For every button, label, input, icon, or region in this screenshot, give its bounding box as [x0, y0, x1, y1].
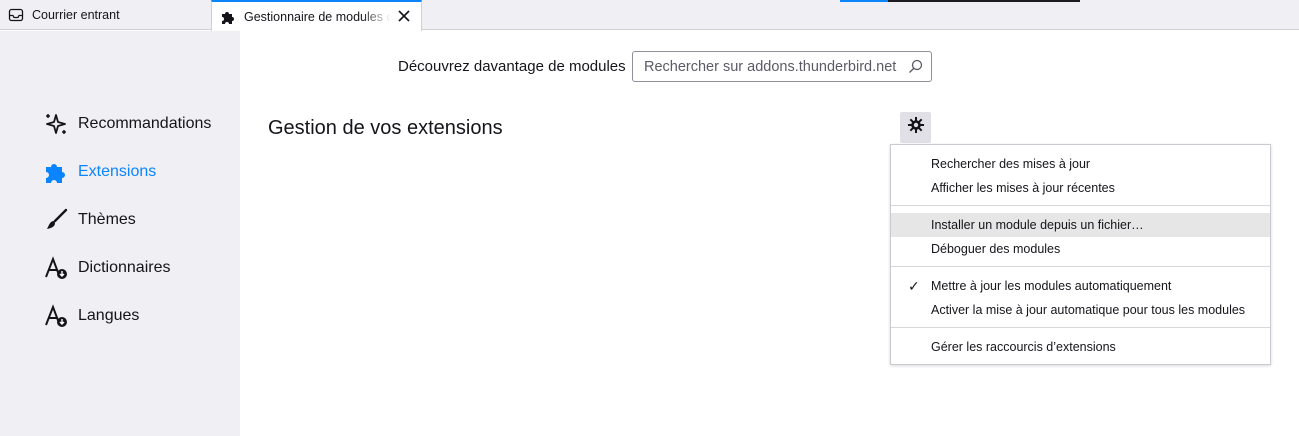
- menu-separator: [891, 327, 1270, 328]
- menu-item-label: Activer la mise à jour automatique pour …: [931, 303, 1246, 317]
- categories-sidebar: [0, 31, 240, 436]
- close-icon[interactable]: [397, 9, 411, 23]
- page-title: Gestion de vos extensions: [268, 117, 503, 139]
- menu-item-auto-update[interactable]: ✓ Mettre à jour les modules automatiquem…: [891, 274, 1270, 298]
- tools-menu: Rechercher des mises à jour Afficher les…: [890, 144, 1271, 365]
- sidebar-item-languages[interactable]: Langues: [44, 304, 139, 328]
- menu-item-install-from-file[interactable]: Installer un module depuis un fichier…: [891, 213, 1270, 237]
- sparkle-icon: [44, 112, 68, 136]
- sidebar-item-label: Langues: [78, 307, 140, 324]
- menu-item-label: Afficher les mises à jour récentes: [931, 181, 1115, 195]
- menu-separator: [891, 205, 1270, 206]
- menu-item-view-recent-updates[interactable]: Afficher les mises à jour récentes: [891, 176, 1270, 200]
- menu-item-enable-auto-update-all[interactable]: Activer la mise à jour automatique pour …: [891, 298, 1270, 322]
- addons-search-box[interactable]: [632, 51, 932, 82]
- brush-icon: [44, 208, 68, 232]
- search-icon[interactable]: [908, 59, 923, 74]
- title-bar-accent: [840, 0, 888, 2]
- tools-menu-button[interactable]: [900, 112, 931, 143]
- tab-inbox[interactable]: Courrier entrant: [0, 0, 210, 30]
- dictionary-icon: [44, 256, 68, 280]
- menu-item-manage-shortcuts[interactable]: Gérer les raccourcis d’extensions: [891, 335, 1270, 359]
- sidebar-item-extensions[interactable]: Extensions: [44, 160, 156, 184]
- menu-item-label: Gérer les raccourcis d’extensions: [931, 340, 1116, 354]
- sidebar-item-dictionaries[interactable]: Dictionnaires: [44, 256, 170, 280]
- checkmark-icon: ✓: [908, 278, 920, 294]
- search-label: Découvrez davantage de modules: [398, 58, 626, 75]
- sidebar-item-label: Extensions: [78, 163, 157, 180]
- tab-addons-manager[interactable]: Gestionnaire de modules complémentaires: [211, 0, 422, 31]
- menu-item-label: Installer un module depuis un fichier…: [931, 218, 1144, 232]
- menu-item-label: Déboguer des modules: [931, 242, 1061, 256]
- sidebar-item-label: Thèmes: [78, 211, 136, 228]
- title-bar-edge: [888, 0, 1080, 2]
- menu-item-check-updates[interactable]: Rechercher des mises à jour: [891, 152, 1270, 176]
- inbox-icon: [8, 7, 24, 23]
- menu-separator: [891, 266, 1270, 267]
- puzzle-icon: [220, 9, 236, 25]
- tab-label: Courrier entrant: [32, 8, 120, 22]
- tab-label: Gestionnaire de modules complémentaires: [244, 9, 391, 24]
- menu-item-label: Mettre à jour les modules automatiquemen…: [931, 279, 1172, 293]
- puzzle-icon: [44, 160, 68, 184]
- sidebar-item-label: Dictionnaires: [78, 259, 171, 276]
- menu-item-debug-addons[interactable]: Déboguer des modules: [891, 237, 1270, 261]
- menu-item-label: Rechercher des mises à jour: [931, 157, 1091, 171]
- tab-bar: Courrier entrant Gestionnaire de modules…: [0, 0, 1299, 31]
- sidebar-item-label: Recommandations: [78, 115, 212, 132]
- search-input[interactable]: [642, 57, 908, 76]
- sidebar-item-themes[interactable]: Thèmes: [44, 208, 136, 232]
- gear-icon: [907, 116, 925, 139]
- sidebar-item-recommendations[interactable]: Recommandations: [44, 112, 211, 136]
- language-icon: [44, 304, 68, 328]
